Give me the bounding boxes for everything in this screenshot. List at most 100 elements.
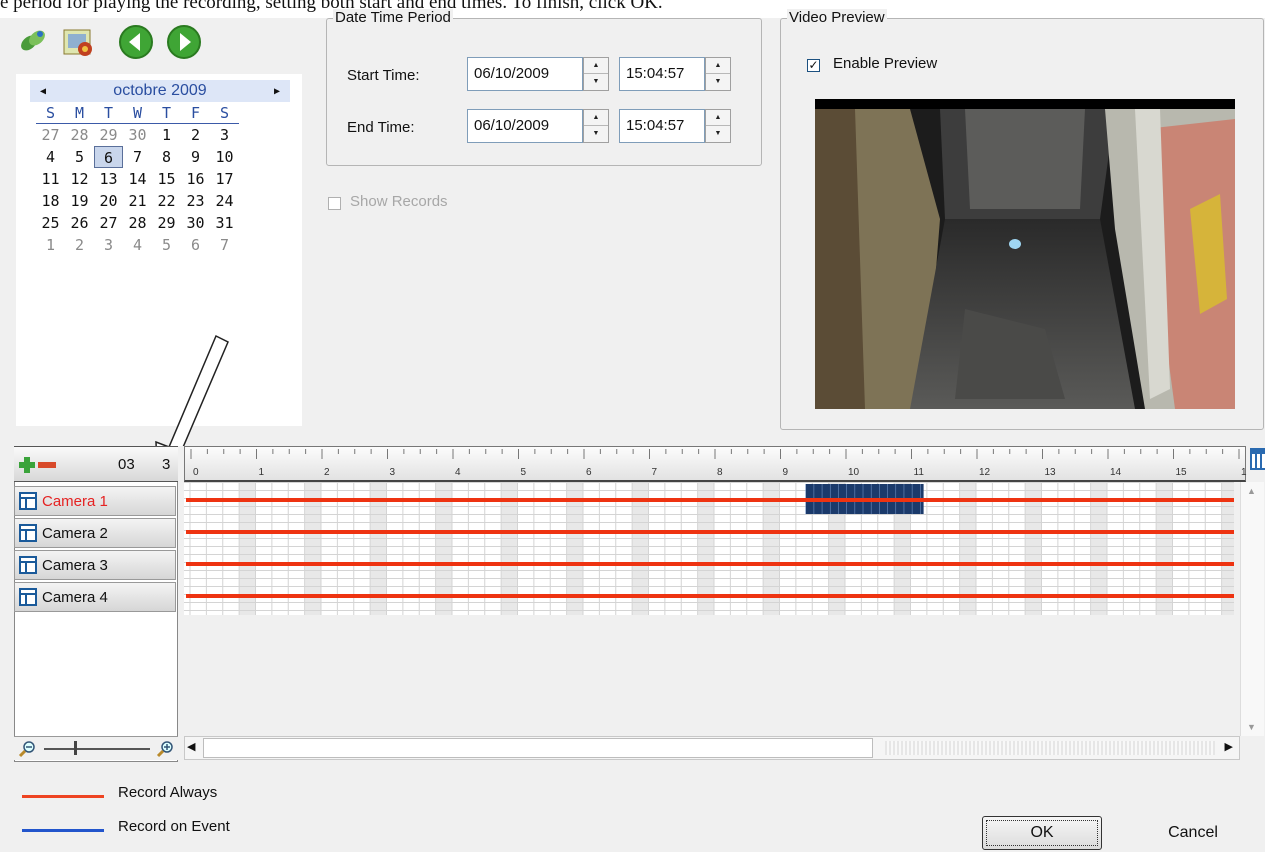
zoom-in-icon[interactable] xyxy=(156,740,174,758)
calendar-day[interactable]: 17 xyxy=(210,168,239,190)
scroll-thumb[interactable] xyxy=(203,738,873,758)
calendar-day[interactable]: 30 xyxy=(181,212,210,234)
start-date-spinner[interactable]: ▲ ▼ xyxy=(583,57,609,91)
grid-view-icon[interactable] xyxy=(1250,448,1265,470)
calendar-day[interactable]: 20 xyxy=(94,190,123,212)
spin-up-icon[interactable]: ▲ xyxy=(584,58,608,74)
calendar-day[interactable]: 13 xyxy=(94,168,123,190)
timeline-header-left: 03 3 xyxy=(14,446,178,482)
enable-preview-checkbox[interactable]: ✓ xyxy=(807,59,820,72)
camera-icon xyxy=(19,588,37,606)
camera-row[interactable]: Camera 2 xyxy=(14,518,176,548)
legend-event-label: Record on Event xyxy=(118,818,230,835)
calendar-day[interactable]: 3 xyxy=(210,124,239,146)
calendar-day[interactable]: 28 xyxy=(123,212,152,234)
camera-row[interactable]: Camera 4 xyxy=(14,582,176,612)
start-time-label: Start Time: xyxy=(347,67,420,84)
link-icon[interactable] xyxy=(18,26,48,56)
calendar-day[interactable]: 2 xyxy=(65,234,94,256)
scroll-track xyxy=(885,741,1215,755)
calendar-day[interactable]: 19 xyxy=(65,190,94,212)
scroll-right-icon[interactable]: ▶ xyxy=(1225,740,1233,753)
end-time-input[interactable]: 15:04:57 xyxy=(619,109,705,143)
spin-down-icon[interactable]: ▼ xyxy=(706,74,730,90)
date-stub-2: 3 xyxy=(162,456,171,473)
camera-row[interactable]: Camera 1 xyxy=(14,486,176,516)
end-time-spinner[interactable]: ▲ ▼ xyxy=(705,109,731,143)
spin-down-icon[interactable]: ▼ xyxy=(706,126,730,142)
calendar-day[interactable]: 31 xyxy=(210,212,239,234)
calendar-day[interactable]: 27 xyxy=(94,212,123,234)
zoom-out-icon[interactable] xyxy=(18,740,36,758)
calendar-day[interactable]: 4 xyxy=(123,234,152,256)
calendar: ◀ octobre 2009 ▶ S M T W T F S 27 28 29 30 1 2 3 4 5 6 7 8… xyxy=(16,74,302,494)
calendar-day[interactable]: 1 xyxy=(152,124,181,146)
calendar-day[interactable]: 26 xyxy=(65,212,94,234)
calendar-day[interactable]: 29 xyxy=(152,212,181,234)
calendar-day[interactable]: 2 xyxy=(181,124,210,146)
start-time-input[interactable]: 15:04:57 xyxy=(619,57,705,91)
calendar-day[interactable]: 22 xyxy=(152,190,181,212)
spin-down-icon[interactable]: ▼ xyxy=(584,74,608,90)
spin-down-icon[interactable]: ▼ xyxy=(584,126,608,142)
next-icon[interactable] xyxy=(166,24,202,60)
calendar-day[interactable]: 7 xyxy=(210,234,239,256)
calendar-day[interactable]: 18 xyxy=(36,190,65,212)
calendar-day[interactable]: 1 xyxy=(36,234,65,256)
zoom-slider-thumb[interactable] xyxy=(74,741,77,755)
calendar-day[interactable]: 12 xyxy=(65,168,94,190)
calendar-day[interactable]: 28 xyxy=(65,124,94,146)
add-icon[interactable] xyxy=(18,456,36,474)
prev-month-icon[interactable]: ◀ xyxy=(40,86,46,97)
calendar-grid: S M T W T F S 27 28 29 30 1 2 3 4 5 6 7 8 9 10 11 12 13 14 15 16 17… xyxy=(36,102,296,256)
start-time-spinner[interactable]: ▲ ▼ xyxy=(705,57,731,91)
calendar-day[interactable]: 8 xyxy=(152,146,181,168)
ok-button[interactable]: OK xyxy=(982,816,1102,850)
video-preview-group: Video Preview ✓ Enable Preview xyxy=(780,9,1264,430)
scroll-down-icon[interactable]: ▼ xyxy=(1247,722,1256,732)
show-records-checkbox[interactable] xyxy=(328,197,341,210)
next-month-icon[interactable]: ▶ xyxy=(274,86,280,97)
calendar-day[interactable]: 11 xyxy=(36,168,65,190)
calendar-day[interactable]: 3 xyxy=(94,234,123,256)
calendar-day[interactable]: 5 xyxy=(152,234,181,256)
calendar-day[interactable]: 5 xyxy=(65,146,94,168)
calendar-day[interactable]: 7 xyxy=(123,146,152,168)
record-grid[interactable] xyxy=(184,482,1234,615)
calendar-day[interactable]: 10 xyxy=(210,146,239,168)
remove-icon[interactable] xyxy=(38,461,56,469)
horizontal-scrollbar[interactable]: ◀ ▶ xyxy=(184,736,1240,760)
calendar-day[interactable]: 24 xyxy=(210,190,239,212)
calendar-day[interactable]: 15 xyxy=(152,168,181,190)
spin-up-icon[interactable]: ▲ xyxy=(706,110,730,126)
calendar-day[interactable]: 4 xyxy=(36,146,65,168)
weekday-label: S xyxy=(210,102,239,124)
weekday-label: T xyxy=(94,102,123,124)
calendar-day[interactable]: 6 xyxy=(94,146,123,168)
calendar-day[interactable]: 27 xyxy=(36,124,65,146)
end-date-spinner[interactable]: ▲ ▼ xyxy=(583,109,609,143)
calendar-day[interactable]: 21 xyxy=(123,190,152,212)
calendar-day[interactable]: 29 xyxy=(94,124,123,146)
start-date-input[interactable]: 06/10/2009 xyxy=(467,57,583,91)
camera-settings-icon[interactable] xyxy=(60,24,96,60)
zoom-slider-track[interactable] xyxy=(44,748,150,750)
calendar-week: 11 12 13 14 15 16 17 xyxy=(36,168,296,190)
calendar-week: 4 5 6 7 8 9 10 xyxy=(36,146,296,168)
scroll-up-icon[interactable]: ▲ xyxy=(1247,486,1256,496)
calendar-day[interactable]: 14 xyxy=(123,168,152,190)
camera-row[interactable]: Camera 3 xyxy=(14,550,176,580)
spin-up-icon[interactable]: ▲ xyxy=(706,58,730,74)
calendar-day[interactable]: 16 xyxy=(181,168,210,190)
calendar-day[interactable]: 9 xyxy=(181,146,210,168)
cancel-button[interactable]: Cancel xyxy=(1128,816,1258,850)
previous-icon[interactable] xyxy=(118,24,154,60)
calendar-day[interactable]: 23 xyxy=(181,190,210,212)
calendar-day[interactable]: 25 xyxy=(36,212,65,234)
scroll-left-icon[interactable]: ◀ xyxy=(187,740,195,753)
calendar-day[interactable]: 6 xyxy=(181,234,210,256)
end-date-input[interactable]: 06/10/2009 xyxy=(467,109,583,143)
vertical-scrollbar[interactable]: ▲ ▼ xyxy=(1240,482,1264,736)
spin-up-icon[interactable]: ▲ xyxy=(584,110,608,126)
calendar-day[interactable]: 30 xyxy=(123,124,152,146)
